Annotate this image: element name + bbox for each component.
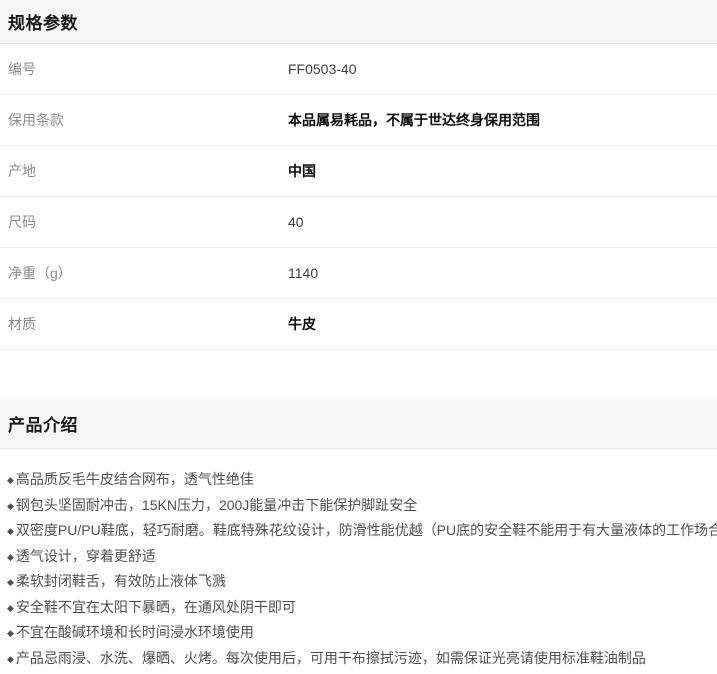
diamond-bullet-icon: ◆ bbox=[7, 570, 14, 595]
diamond-bullet-icon: ◆ bbox=[7, 647, 14, 672]
intro-bullet-item: ◆不宜在酸碱环境和长时间浸水环境使用 bbox=[7, 620, 707, 646]
spec-row-value: 本品属易耗品，不属于世达终身保用范围 bbox=[288, 110, 540, 130]
intro-bullet-text: 钢包头坚固耐冲击，15KN压力，200J能量冲击下能保护脚趾安全 bbox=[16, 497, 417, 513]
spec-row-label: 净重（g） bbox=[8, 263, 288, 283]
spec-row-label: 保用条款 bbox=[8, 110, 288, 130]
spec-row-value: 40 bbox=[288, 214, 304, 230]
intro-section: 产品介绍 ◆高品质反毛牛皮结合网布，透气性绝佳◆钢包头坚固耐冲击，15KN压力，… bbox=[0, 399, 717, 671]
diamond-bullet-icon: ◆ bbox=[7, 494, 14, 519]
intro-bullet-item: ◆安全鞋不宜在太阳下暴晒，在通风处阴干即可 bbox=[7, 595, 707, 621]
intro-bullet-text: 安全鞋不宜在太阳下暴晒，在通风处阴干即可 bbox=[16, 599, 296, 615]
specs-table: 编号FF0503-40保用条款本品属易耗品，不属于世达终身保用范围产地中国尺码4… bbox=[0, 44, 717, 350]
intro-section-header: 产品介绍 bbox=[0, 399, 717, 449]
specs-section-title: 规格参数 bbox=[8, 9, 78, 34]
intro-bullet-text: 不宜在酸碱环境和长时间浸水环境使用 bbox=[16, 624, 254, 640]
specs-section-header: 规格参数 bbox=[0, 0, 717, 44]
intro-bullet-text: 双密度PU/PU鞋底，轻巧耐磨。鞋底特殊花纹设计，防滑性能优越（PU底的安全鞋不… bbox=[16, 522, 717, 538]
spec-row: 保用条款本品属易耗品，不属于世达终身保用范围 bbox=[0, 95, 717, 146]
spec-row-value: FF0503-40 bbox=[288, 61, 356, 77]
diamond-bullet-icon: ◆ bbox=[7, 545, 14, 570]
spec-row-value: 中国 bbox=[288, 161, 316, 181]
intro-bullet-text: 产品忌雨浸、水洗、爆晒、火烤。每次使用后，可用干布擦拭污迹，如需保证光亮请使用标… bbox=[16, 650, 646, 666]
spec-row-label: 产地 bbox=[8, 161, 288, 181]
intro-bullet-item: ◆双密度PU/PU鞋底，轻巧耐磨。鞋底特殊花纹设计，防滑性能优越（PU底的安全鞋… bbox=[7, 518, 707, 544]
spec-row: 净重（g）1140 bbox=[0, 248, 717, 299]
intro-section-title: 产品介绍 bbox=[8, 411, 78, 436]
intro-bullet-text: 透气设计，穿着更舒适 bbox=[16, 548, 156, 564]
diamond-bullet-icon: ◆ bbox=[7, 468, 14, 493]
intro-bullet-text: 柔软封闭鞋舌，有效防止液体飞溅 bbox=[16, 573, 226, 589]
intro-bullet-text: 高品质反毛牛皮结合网布，透气性绝佳 bbox=[16, 471, 254, 487]
specs-section: 规格参数 编号FF0503-40保用条款本品属易耗品，不属于世达终身保用范围产地… bbox=[0, 0, 717, 350]
diamond-bullet-icon: ◆ bbox=[7, 519, 14, 544]
intro-bullet-item: ◆钢包头坚固耐冲击，15KN压力，200J能量冲击下能保护脚趾安全 bbox=[7, 493, 707, 519]
intro-bullet-list: ◆高品质反毛牛皮结合网布，透气性绝佳◆钢包头坚固耐冲击，15KN压力，200J能… bbox=[0, 449, 717, 671]
spec-row-value: 牛皮 bbox=[288, 314, 316, 334]
spec-row-label: 尺码 bbox=[8, 212, 288, 232]
spec-row: 尺码40 bbox=[0, 197, 717, 248]
section-gap bbox=[0, 350, 717, 399]
intro-bullet-item: ◆透气设计，穿着更舒适 bbox=[7, 544, 707, 570]
spec-row: 编号FF0503-40 bbox=[0, 44, 717, 95]
intro-bullet-item: ◆柔软封闭鞋舌，有效防止液体飞溅 bbox=[7, 569, 707, 595]
intro-bullet-item: ◆高品质反毛牛皮结合网布，透气性绝佳 bbox=[7, 467, 707, 493]
spec-row: 材质牛皮 bbox=[0, 299, 717, 350]
spec-row-label: 编号 bbox=[8, 59, 288, 79]
diamond-bullet-icon: ◆ bbox=[7, 621, 14, 646]
spec-row-label: 材质 bbox=[8, 314, 288, 334]
spec-row-value: 1140 bbox=[288, 265, 318, 281]
spec-row: 产地中国 bbox=[0, 146, 717, 197]
diamond-bullet-icon: ◆ bbox=[7, 596, 14, 621]
intro-bullet-item: ◆产品忌雨浸、水洗、爆晒、火烤。每次使用后，可用干布擦拭污迹，如需保证光亮请使用… bbox=[7, 646, 707, 672]
